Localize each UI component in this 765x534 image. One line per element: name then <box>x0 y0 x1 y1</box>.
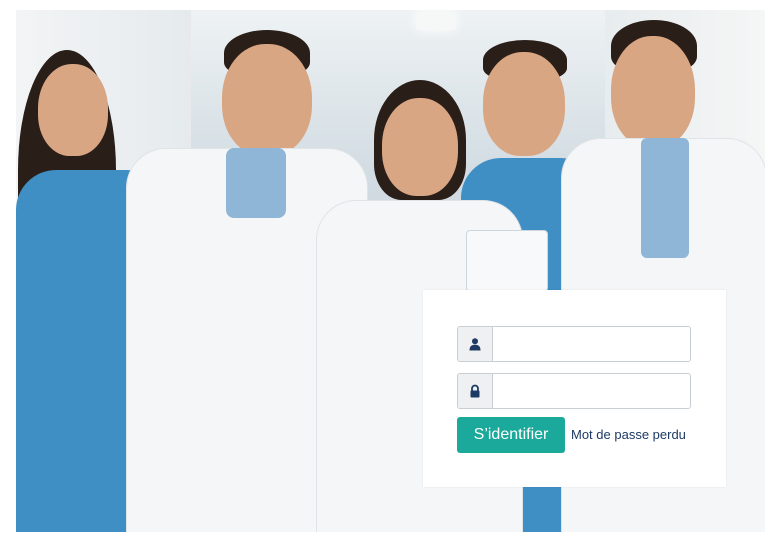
forgot-password-link[interactable]: Mot de passe perdu <box>571 427 686 442</box>
username-input[interactable] <box>493 327 690 361</box>
user-icon <box>458 327 493 361</box>
photo-ceiling-light <box>416 12 456 30</box>
login-page: S’identifier Mot de passe perdu <box>0 0 765 534</box>
lock-icon <box>458 374 493 408</box>
login-card: S’identifier Mot de passe perdu <box>423 290 726 487</box>
password-input[interactable] <box>493 374 690 408</box>
username-field[interactable] <box>457 326 691 362</box>
login-button[interactable]: S’identifier <box>457 417 565 453</box>
password-field[interactable] <box>457 373 691 409</box>
